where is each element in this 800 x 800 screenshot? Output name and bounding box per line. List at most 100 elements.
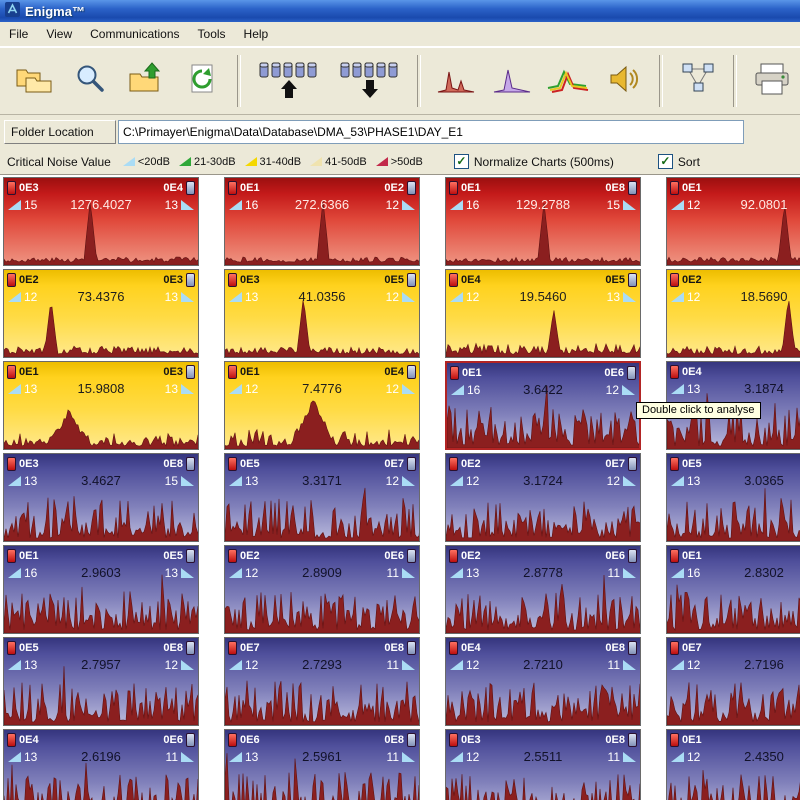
chart-tile[interactable]: 0E10E5162.960313 xyxy=(3,545,199,634)
tile-header: 0E1 xyxy=(667,546,800,564)
network-icon xyxy=(678,59,718,104)
chart-tile[interactable]: 0E11292.0801 xyxy=(666,177,800,266)
chart-tile[interactable]: 0E1122.4350 xyxy=(666,729,800,800)
chart-tile[interactable]: 0E10E4127.477612 xyxy=(224,361,420,450)
menu-view[interactable]: View xyxy=(37,23,81,45)
noise-value: 3.6422 xyxy=(447,382,639,397)
noise-value: 2.5961 xyxy=(225,749,419,764)
normalize-checkbox[interactable]: ✓ Normalize Charts (500ms) xyxy=(454,154,614,169)
menu-communications[interactable]: Communications xyxy=(81,23,188,45)
chart-tile[interactable]: 0E10E31315.980813 xyxy=(3,361,199,450)
search-button[interactable] xyxy=(65,57,115,105)
chart-tile[interactable]: 0E30E4151276.402713 xyxy=(3,177,199,266)
logger-icon xyxy=(407,365,416,379)
menu-help[interactable]: Help xyxy=(235,23,278,45)
chart-tile[interactable]: 0E30E51341.035612 xyxy=(224,269,420,358)
print-button[interactable] xyxy=(747,57,797,105)
logger-id-right: 0E4 xyxy=(384,366,404,378)
toolbar-separator xyxy=(659,55,663,107)
chart-tile[interactable]: 0E30E8122.551111 xyxy=(445,729,641,800)
logger-id-left: 0E1 xyxy=(19,366,39,378)
tile-values: 132.596111 xyxy=(225,749,419,764)
logger-icon xyxy=(228,549,237,563)
chart-tile[interactable]: 0E10E816129.278815 xyxy=(445,177,641,266)
menu-file[interactable]: File xyxy=(0,23,37,45)
legend-item-label: <20dB xyxy=(138,156,170,168)
chart-compare-button[interactable] xyxy=(487,57,537,105)
folder-location-input[interactable] xyxy=(118,120,744,144)
chart-tile[interactable]: 0E40E8122.721011 xyxy=(445,637,641,726)
tile-values: 1292.0801 xyxy=(667,197,800,212)
noise-triangle-icon xyxy=(376,157,388,166)
noise-value: 41.0356 xyxy=(225,289,419,304)
sort-checkbox[interactable]: ✓ Sort xyxy=(658,154,700,169)
copy-folders-button[interactable] xyxy=(9,57,59,105)
chart-single-button[interactable] xyxy=(431,57,481,105)
logger-id-left: 0E2 xyxy=(19,274,39,286)
download-loggers-button[interactable] xyxy=(332,57,407,105)
logger-id-left: 0E3 xyxy=(19,182,39,194)
chart-tile[interactable]: 0E10E216272.636612 xyxy=(224,177,420,266)
chart-tile[interactable]: 0E1162.8302 xyxy=(666,545,800,634)
chart-tile[interactable]: 0E20E7123.172412 xyxy=(445,453,641,542)
logger-id-left: 0E1 xyxy=(462,367,482,379)
legend-item-label: 41-50dB xyxy=(325,156,367,168)
logger-id-right: 0E8 xyxy=(605,182,625,194)
noise-value: 2.9603 xyxy=(4,565,198,580)
tile-header: 0E1 0E8 xyxy=(446,178,640,196)
tile-values: 151276.402713 xyxy=(4,197,198,212)
tile-header: 0E50E7 xyxy=(225,454,419,472)
export-folder-button[interactable] xyxy=(121,57,171,105)
logger-id-right: 0E8 xyxy=(605,734,625,746)
chart-tile[interactable]: 0E30E8133.462715 xyxy=(3,453,199,542)
logger-icon xyxy=(449,273,458,287)
noise-value: 3.4627 xyxy=(4,473,198,488)
tile-header: 0E20E3 xyxy=(4,270,198,288)
refresh-button[interactable] xyxy=(177,57,227,105)
chart-tile[interactable]: 0E20E6122.890911 xyxy=(224,545,420,634)
tile-header: 0E20E6 xyxy=(446,546,640,564)
tile-values: 133.317112 xyxy=(225,473,419,488)
logger-id-left: 0E1 xyxy=(461,182,481,194)
logger-id-right: 0E6 xyxy=(163,734,183,746)
chart-tile[interactable]: 0E20E6132.877811 xyxy=(445,545,641,634)
noise-value: 2.8778 xyxy=(446,565,640,580)
logger-icon xyxy=(186,549,195,563)
chart-tile[interactable]: 0E40E51219.546013 xyxy=(445,269,641,358)
logger-id-right: 0E7 xyxy=(384,458,404,470)
noise-triangle-icon xyxy=(310,157,322,166)
export-folder-icon xyxy=(126,61,166,102)
chart-overlay-button[interactable] xyxy=(543,57,593,105)
logger-icon xyxy=(627,366,636,380)
chart-tile[interactable]: 0E10E6163.642212 xyxy=(445,361,641,450)
chart-tile[interactable]: 0E20E31273.437613 xyxy=(3,269,199,358)
chart-tile[interactable]: 0E21218.5690 xyxy=(666,269,800,358)
chart-tile[interactable]: 0E60E8132.596111 xyxy=(224,729,420,800)
menu-tools[interactable]: Tools xyxy=(189,23,235,45)
download-loggers-icon xyxy=(336,58,404,105)
tile-values: 132.619611 xyxy=(4,749,198,764)
logger-icon xyxy=(670,733,679,747)
noise-value: 3.3171 xyxy=(225,473,419,488)
legend-item: <20dB xyxy=(123,156,170,168)
legend-row: Critical Noise Value <20dB21-30dB31-40dB… xyxy=(0,149,800,175)
tile-values: 122.890911 xyxy=(225,565,419,580)
noise-triangle-icon xyxy=(123,157,135,166)
upload-loggers-button[interactable] xyxy=(251,57,326,105)
network-button[interactable] xyxy=(673,57,723,105)
legend-item: 21-30dB xyxy=(179,156,236,168)
tile-header: 0E10E6 xyxy=(447,363,639,381)
upload-loggers-icon xyxy=(255,58,323,105)
chart-tile[interactable]: 0E5133.0365 xyxy=(666,453,800,542)
chart-tile[interactable]: 0E40E6132.619611 xyxy=(3,729,199,800)
logger-id-left: 0E3 xyxy=(240,274,260,286)
logger-icon xyxy=(628,549,637,563)
tile-values: 122.4350 xyxy=(667,749,800,764)
logger-icon xyxy=(670,549,679,563)
chart-tile[interactable]: 0E7122.7196 xyxy=(666,637,800,726)
listen-button[interactable] xyxy=(599,57,649,105)
legend-title: Critical Noise Value xyxy=(7,155,111,169)
chart-tile[interactable]: 0E70E8122.729311 xyxy=(224,637,420,726)
chart-tile[interactable]: 0E50E8132.795712 xyxy=(3,637,199,726)
chart-tile[interactable]: 0E50E7133.317112 xyxy=(224,453,420,542)
